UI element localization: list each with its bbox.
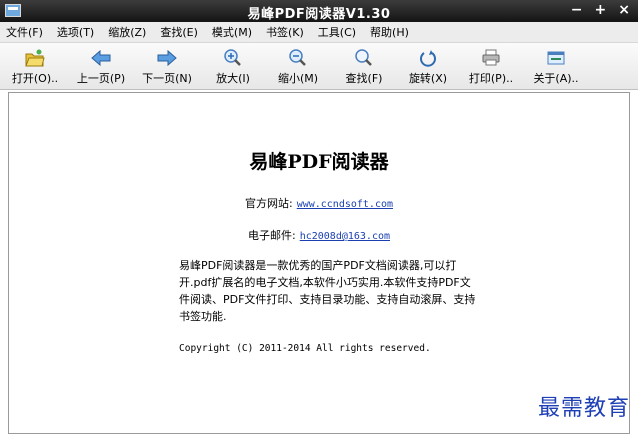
website-row: 官方网站: www.ccndsoft.com [9,195,629,211]
menu-zoom[interactable]: 缩放(Z) [102,24,152,40]
prev-page-label: 上一页(P) [76,72,126,85]
close-button[interactable]: × [618,2,630,18]
window-title: 易峰PDF阅读器V1.30 [247,7,391,22]
menu-find[interactable]: 查找(E) [154,24,204,40]
next-page-label: 下一页(N) [142,72,192,85]
prev-page-button[interactable]: 上一页(P) [70,45,132,87]
website-label: 官方网站: [244,197,293,210]
menu-tools[interactable]: 工具(C) [312,24,362,40]
window-controls: − + × [571,2,630,18]
open-button[interactable]: 打开(O).. [5,45,65,87]
email-link[interactable]: hc2008d@163.com [300,231,390,242]
menu-options[interactable]: 选项(T) [51,24,100,40]
search-icon [354,45,374,67]
zoom-out-icon [288,45,308,67]
about-window-icon [546,45,566,67]
maximize-button[interactable]: + [595,2,607,18]
open-folder-icon [25,45,45,67]
next-page-button[interactable]: 下一页(N) [136,45,198,87]
menu-bookmarks[interactable]: 书签(K) [260,24,310,40]
zoom-out-label: 缩小(M) [277,72,319,85]
about-description: 易峰PDF阅读器是一款优秀的国产PDF文档阅读器,可以打开.pdf扩展名的电子文… [179,259,476,323]
menu-bar: 文件(F) 选项(T) 缩放(Z) 查找(E) 模式(M) 书签(K) 工具(C… [0,22,638,43]
print-label: 打印(P).. [468,72,514,85]
find-button[interactable]: 查找(F) [336,45,392,87]
rotate-button[interactable]: 旋转(X) [402,45,454,87]
rotate-label: 旋转(X) [408,72,448,85]
minimize-button[interactable]: − [571,2,583,18]
website-link[interactable]: www.ccndsoft.com [297,199,393,210]
rotate-icon [418,45,438,67]
email-label: 电子邮件: [247,229,296,242]
title-bar[interactable]: 易峰PDF阅读器V1.30 − + × [0,0,638,22]
menu-mode[interactable]: 模式(M) [206,24,258,40]
zoom-out-button[interactable]: 缩小(M) [270,45,326,87]
printer-icon [481,45,501,67]
about-heading: 易峰PDF阅读器 [249,151,389,173]
app-window: 易峰PDF阅读器V1.30 − + × 文件(F) 选项(T) 缩放(Z) 查找… [0,0,638,438]
zoom-in-icon [223,45,243,67]
toolbar: 打开(O).. 上一页(P) 下一页(N) 放大(I) 缩小(M) 查找(F) … [0,43,638,90]
about-label: 关于(A).. [533,72,579,85]
find-label: 查找(F) [345,72,383,85]
print-button[interactable]: 打印(P).. [461,45,521,87]
open-label: 打开(O).. [11,72,59,85]
watermark-text: 最需教育 [537,396,630,421]
menu-file[interactable]: 文件(F) [0,24,49,40]
zoom-in-label: 放大(I) [216,72,250,85]
arrow-right-icon [156,45,178,67]
document-view[interactable]: 易峰PDF阅读器 官方网站: www.ccndsoft.com 电子邮件: hc20… [8,92,630,434]
menu-help[interactable]: 帮助(H) [364,24,415,40]
copyright-notice: Copyright (C) 2011-2014 All rights reser… [179,343,431,354]
arrow-left-icon [90,45,112,67]
email-row: 电子邮件: hc2008d@163.com [9,227,629,243]
zoom-in-button[interactable]: 放大(I) [205,45,261,87]
about-button[interactable]: 关于(A).. [526,45,586,87]
